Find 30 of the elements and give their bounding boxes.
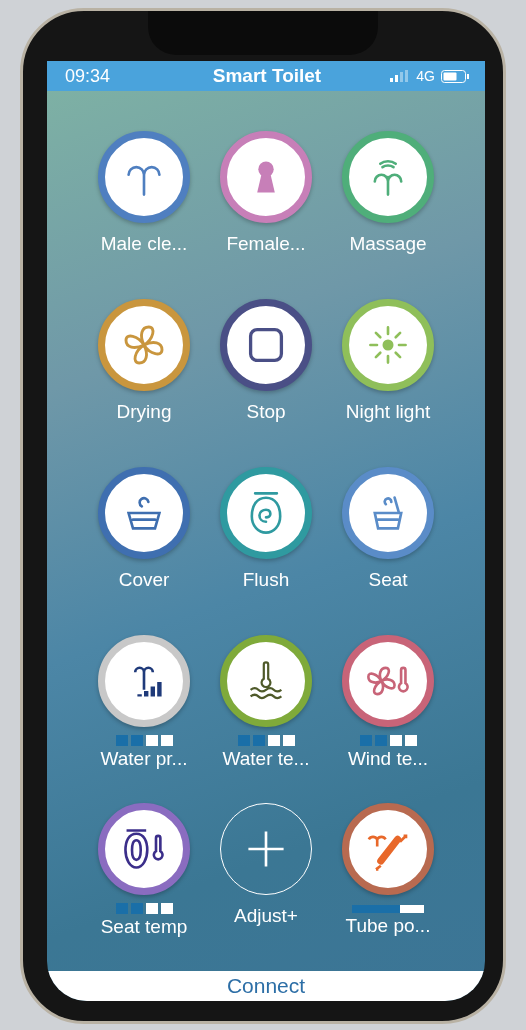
function-label: Seat bbox=[368, 569, 408, 591]
function-button[interactable] bbox=[342, 467, 434, 559]
app-title: Smart Toilet bbox=[211, 65, 323, 87]
function-label: Adjust+ bbox=[234, 905, 298, 927]
function-button[interactable] bbox=[342, 635, 434, 727]
connect-button[interactable]: Connect bbox=[220, 973, 312, 999]
function-label: Wind te... bbox=[347, 748, 429, 770]
function-label: Tube po... bbox=[345, 915, 431, 937]
battery-icon bbox=[441, 69, 469, 83]
function-label: Cover bbox=[118, 569, 170, 591]
function-button[interactable] bbox=[220, 467, 312, 559]
function-label: Water te... bbox=[222, 748, 310, 770]
sun-icon bbox=[366, 323, 410, 367]
function-button[interactable] bbox=[220, 299, 312, 391]
function-label: Night light bbox=[345, 401, 431, 423]
function-label: Male cle... bbox=[100, 233, 188, 255]
function-button[interactable] bbox=[220, 635, 312, 727]
function-label: Female... bbox=[226, 233, 306, 255]
function-label: Drying bbox=[116, 401, 172, 423]
clock-time: 09:34 bbox=[65, 65, 112, 87]
function-label: Water pr... bbox=[100, 748, 188, 770]
network-type: 4G bbox=[416, 68, 435, 84]
signal-icon bbox=[390, 70, 411, 82]
function-button[interactable] bbox=[342, 803, 434, 895]
function-button[interactable] bbox=[98, 467, 190, 559]
function-label: Flush bbox=[242, 569, 290, 591]
function-label: Massage bbox=[349, 233, 427, 255]
function-label: Stop bbox=[246, 401, 286, 423]
function-label: Seat temp bbox=[100, 916, 188, 938]
function-button[interactable] bbox=[98, 803, 190, 895]
